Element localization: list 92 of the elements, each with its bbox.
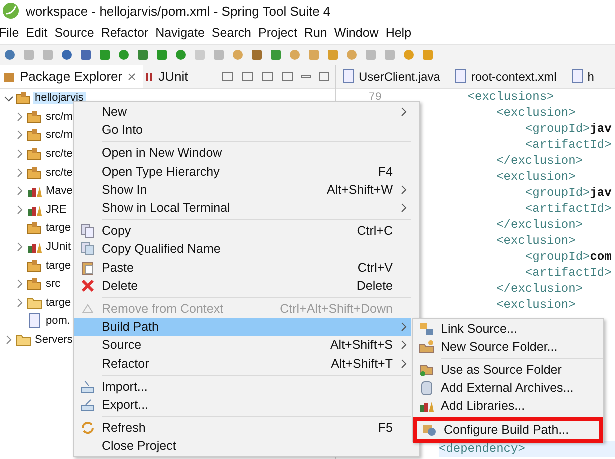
tree-item[interactable]: src/te xyxy=(44,148,75,160)
menu-item[interactable]: Project xyxy=(258,26,304,40)
close-icon xyxy=(126,72,137,82)
menu-item[interactable]: Add Libraries... xyxy=(413,397,603,415)
code-line: <exclusion> xyxy=(496,233,577,249)
maximize-icon xyxy=(319,72,329,81)
menu-item[interactable]: Run xyxy=(304,26,334,40)
menu-item[interactable]: Configure Build Path... xyxy=(416,420,600,440)
menu-item[interactable]: Close Project xyxy=(74,437,411,456)
source-folder-icon xyxy=(419,339,435,355)
menu-item[interactable]: Use as Source Folder xyxy=(413,361,603,379)
menu-item[interactable]: Build Path xyxy=(74,318,411,336)
menu-item[interactable]: Show In Alt+Shift+W xyxy=(74,180,411,199)
package-folder-icon xyxy=(27,164,43,181)
paste-icon xyxy=(80,260,96,276)
code-line: <artifactId> xyxy=(524,201,613,217)
menu-item[interactable]: Export... xyxy=(74,396,411,414)
code-line: <exclusion> xyxy=(496,105,577,121)
menu-item[interactable]: Go Into xyxy=(74,121,411,140)
project-icon xyxy=(16,90,32,106)
line-number: 79 xyxy=(368,91,382,106)
menu-item[interactable]: Add External Archives... xyxy=(413,379,603,397)
menu-item[interactable]: Window xyxy=(334,26,385,40)
code-line: <artifactId> xyxy=(524,265,613,281)
code-line: <groupId>jav xyxy=(524,185,613,201)
target-folder-icon xyxy=(27,220,43,236)
code-line: <groupId>jav xyxy=(524,121,613,137)
menu-item[interactable]: Navigate xyxy=(156,26,211,40)
code-line: </exclusion> xyxy=(496,281,584,297)
editor-tab[interactable]: UserClient.java xyxy=(336,65,448,88)
target-folder-icon xyxy=(27,258,43,274)
menu-item[interactable]: Source Alt+Shift+S xyxy=(74,336,411,354)
import-icon xyxy=(80,378,96,395)
link-source-icon xyxy=(419,321,435,337)
menu-item[interactable]: Link Source... xyxy=(413,320,603,338)
menu-item[interactable]: Search xyxy=(212,26,258,40)
copy-icon xyxy=(80,223,96,240)
tree-item[interactable]: targe xyxy=(44,260,74,272)
package-folder-icon xyxy=(27,127,43,144)
tree-item[interactable]: Mave xyxy=(44,185,75,198)
tree-item[interactable]: hellojarvis xyxy=(33,92,86,104)
package-folder-icon xyxy=(27,108,43,125)
menu-item[interactable]: Copy Ctrl+C xyxy=(74,222,411,240)
code-line: <artifactId> xyxy=(524,137,613,153)
package-folder-icon xyxy=(27,146,43,162)
code-line: </exclusion> xyxy=(496,217,584,233)
menu-item[interactable]: Delete Delete xyxy=(74,276,411,295)
menu-item[interactable]: New Source Folder... xyxy=(413,338,603,356)
editor-tab[interactable]: root-context.xml xyxy=(448,65,565,88)
view-tab[interactable]: JUnit xyxy=(142,65,194,88)
tree-item[interactable]: src xyxy=(44,278,63,290)
code-line: <exclusion> xyxy=(496,297,577,313)
menu-item[interactable]: Import... xyxy=(74,378,411,396)
menu-item[interactable]: Edit xyxy=(26,26,54,40)
code-line: <groupId>com xyxy=(524,249,613,265)
package-folder-icon xyxy=(27,276,43,292)
menu-item[interactable]: Source xyxy=(54,26,100,40)
tree-item[interactable]: targe xyxy=(44,222,74,234)
tree-item[interactable]: pom. xyxy=(44,315,72,328)
menu-item[interactable]: Show in Local Terminal xyxy=(74,198,411,218)
copy-icon xyxy=(80,241,96,258)
menu-item[interactable]: Help xyxy=(386,26,418,40)
tree-item[interactable]: src/m xyxy=(44,110,75,123)
menu-item[interactable]: Copy Qualified Name xyxy=(74,240,411,258)
tree-item[interactable]: src/te xyxy=(44,166,75,179)
minimize-icon xyxy=(301,75,311,78)
code-line: <exclusions> xyxy=(466,89,556,105)
file-icon xyxy=(27,313,43,330)
file-icon xyxy=(342,68,356,84)
tree-item[interactable]: JUnit xyxy=(44,241,74,254)
menu-item[interactable]: Open Type Hierarchy F4 xyxy=(74,162,411,181)
window-title: workspace - hellojarvis/pom.xml - Spring Tool Suite 4 xyxy=(26,4,331,18)
menu-item[interactable]: Refactor xyxy=(101,26,155,40)
tree-item[interactable]: Servers xyxy=(33,334,75,346)
tree-item[interactable]: JRE xyxy=(44,204,69,216)
file-icon xyxy=(570,68,585,84)
menu-item[interactable]: Open in New Window xyxy=(74,144,411,163)
menu-item[interactable]: File xyxy=(0,26,26,40)
export-icon xyxy=(80,396,96,413)
editor-tab[interactable]: h xyxy=(564,65,602,88)
menu-item[interactable]: Refactor Alt+Shift+T xyxy=(74,354,411,373)
tree-item[interactable]: src/m xyxy=(44,129,75,142)
code-line: <exclusion> xyxy=(496,169,577,185)
code-line: </exclusion> xyxy=(496,153,584,169)
tree-item[interactable]: targe xyxy=(44,296,74,309)
menu-item[interactable]: New xyxy=(74,103,411,122)
xml-file-icon xyxy=(454,68,468,84)
jar-icon xyxy=(419,380,435,396)
delete-icon xyxy=(80,278,96,294)
menu-item[interactable]: Refresh F5 xyxy=(74,419,411,438)
view-tab[interactable]: Package Explorer xyxy=(0,65,143,88)
menu-item[interactable]: Paste Ctrl+V xyxy=(74,258,411,277)
